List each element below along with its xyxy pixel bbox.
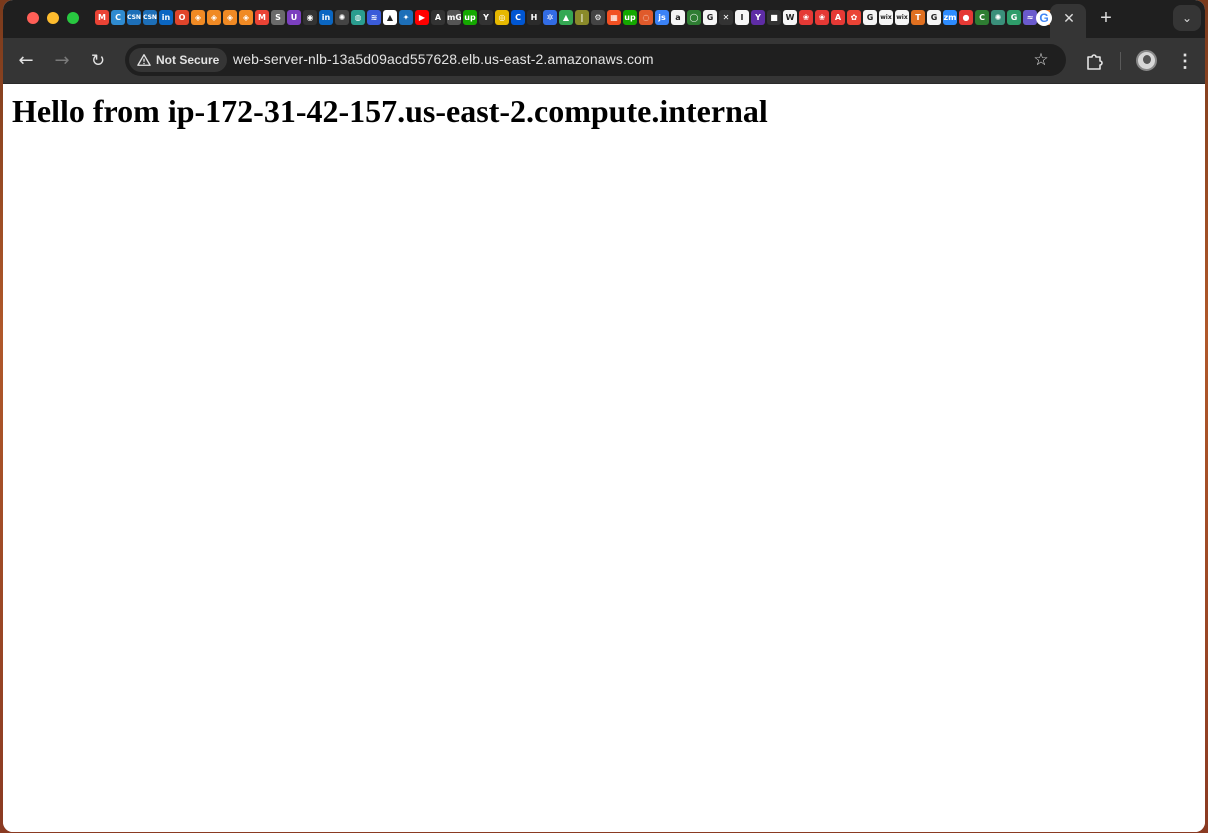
security-chip[interactable]: Not Secure: [129, 48, 228, 72]
tab-strip: M C CSN CSN in O ◈ ◈ ◈ ◈ M S U ◉ in ✺ ◍ ≋ ▲ ✦ ▶ AmG up Y ◎ C H ✲ ▲ | ⚙…: [3, 0, 1205, 38]
t-icon[interactable]: T: [911, 10, 925, 25]
mg-icon[interactable]: mG: [447, 10, 461, 25]
extensions-icon[interactable]: [1083, 49, 1107, 73]
page-heading: Hello from ip-172-31-42-157.us-east-2.co…: [12, 93, 768, 129]
ring-icon[interactable]: ◯: [687, 10, 701, 25]
c-green-icon[interactable]: C: [975, 10, 989, 25]
purple-app-icon[interactable]: U: [287, 10, 301, 25]
browser-menu-button[interactable]: ⋮: [1173, 49, 1197, 73]
google-circle-icon[interactable]: C: [111, 10, 125, 25]
tab-search-button[interactable]: ⌄: [1173, 5, 1201, 31]
google-icon: G: [1036, 10, 1052, 26]
reload-button[interactable]: ↻: [86, 49, 110, 73]
linkedin-icon-2[interactable]: in: [319, 10, 333, 25]
back-button[interactable]: ←: [14, 49, 38, 73]
c-icon[interactable]: C: [511, 10, 525, 25]
address-bar[interactable]: Not Secure web-server-nlb-13a5d09acd5576…: [125, 44, 1066, 76]
openai-icon[interactable]: ✺: [335, 10, 349, 25]
warning-icon: [137, 54, 151, 66]
toolbar-divider: [1120, 52, 1121, 70]
bookmark-star-icon[interactable]: ☆: [1031, 50, 1051, 70]
s-icon[interactable]: S: [271, 10, 285, 25]
google-icon-3[interactable]: G: [927, 10, 941, 25]
close-window-button[interactable]: [27, 12, 39, 24]
orange-app-icon[interactable]: ◈: [191, 10, 205, 25]
wikipedia-icon[interactable]: W: [783, 10, 797, 25]
red-dot-icon[interactable]: ●: [959, 10, 973, 25]
g-green-icon[interactable]: G: [1007, 10, 1021, 25]
url-text[interactable]: web-server-nlb-13a5d09acd557628.elb.us-e…: [233, 51, 654, 67]
orange-app-icon-3[interactable]: ◈: [223, 10, 237, 25]
i-icon[interactable]: I: [735, 10, 749, 25]
a-icon[interactable]: A: [431, 10, 445, 25]
red-swirl-icon[interactable]: ❀: [799, 10, 813, 25]
chatgpt-icon[interactable]: ✺: [991, 10, 1005, 25]
github-icon[interactable]: ◉: [303, 10, 317, 25]
drive-icon[interactable]: ▲: [559, 10, 573, 25]
red-swirl-icon-2[interactable]: ❀: [815, 10, 829, 25]
gmail-icon[interactable]: M: [95, 10, 109, 25]
wix-icon[interactable]: wix: [879, 10, 893, 25]
waves-icon[interactable]: ≈: [1023, 10, 1037, 25]
graduation-icon[interactable]: ▲: [383, 10, 397, 25]
new-tab-button[interactable]: +: [1095, 7, 1117, 29]
gmail-icon-2[interactable]: M: [255, 10, 269, 25]
opera-icon[interactable]: O: [175, 10, 189, 25]
flower-icon[interactable]: ✿: [847, 10, 861, 25]
upwork-icon-2[interactable]: up: [623, 10, 637, 25]
gear-icon[interactable]: ⚙: [591, 10, 605, 25]
csn-icon-2[interactable]: CSN: [143, 10, 157, 25]
x-icon[interactable]: ✕: [719, 10, 733, 25]
location-icon[interactable]: ◍: [351, 10, 365, 25]
tab-close-button[interactable]: ✕: [1059, 8, 1079, 28]
security-label: Not Secure: [156, 53, 220, 67]
forward-button[interactable]: →: [50, 49, 74, 73]
browser-toolbar: ← → ↻ Not Secure web-server-nlb-13a5d09a…: [3, 38, 1205, 84]
blue-app-icon[interactable]: ≋: [367, 10, 381, 25]
bars-icon[interactable]: |: [575, 10, 589, 25]
orange-app-icon-4[interactable]: ◈: [239, 10, 253, 25]
profile-avatar[interactable]: [1136, 50, 1157, 71]
hr-icon[interactable]: H: [527, 10, 541, 25]
bird-icon[interactable]: ✦: [399, 10, 413, 25]
maximize-window-button[interactable]: [67, 12, 79, 24]
red-a-icon[interactable]: A: [831, 10, 845, 25]
zoom-icon[interactable]: zm: [943, 10, 957, 25]
y-icon-2[interactable]: Y: [751, 10, 765, 25]
csn-icon[interactable]: CSN: [127, 10, 141, 25]
kubernetes-icon[interactable]: ✲: [543, 10, 557, 25]
amazon-icon[interactable]: a: [671, 10, 685, 25]
youtube-icon[interactable]: ▶: [415, 10, 429, 25]
microsoft-icon[interactable]: ▦: [607, 10, 621, 25]
coursera-icon[interactable]: ◎: [495, 10, 509, 25]
google-icon[interactable]: G: [703, 10, 717, 25]
swirl-icon[interactable]: ◌: [639, 10, 653, 25]
google-icon-2[interactable]: G: [863, 10, 877, 25]
orange-app-icon-2[interactable]: ◈: [207, 10, 221, 25]
hs-icon[interactable]: ■: [767, 10, 781, 25]
pinned-tabs: M C CSN CSN in O ◈ ◈ ◈ ◈ M S U ◉ in ✺ ◍ ≋ ▲ ✦ ▶ AmG up Y ◎ C H ✲ ▲ | ⚙…: [95, 10, 1055, 28]
upwork-icon[interactable]: up: [463, 10, 477, 25]
minimize-window-button[interactable]: [47, 12, 59, 24]
wix-icon-2[interactable]: wix: [895, 10, 909, 25]
y-icon[interactable]: Y: [479, 10, 493, 25]
linkedin-icon[interactable]: in: [159, 10, 173, 25]
page-content: Hello from ip-172-31-42-157.us-east-2.co…: [3, 85, 1205, 832]
browser-window: M C CSN CSN in O ◈ ◈ ◈ ◈ M S U ◉ in ✺ ◍ ≋ ▲ ✦ ▶ AmG up Y ◎ C H ✲ ▲ | ⚙…: [3, 0, 1205, 832]
js-icon[interactable]: js: [655, 10, 669, 25]
